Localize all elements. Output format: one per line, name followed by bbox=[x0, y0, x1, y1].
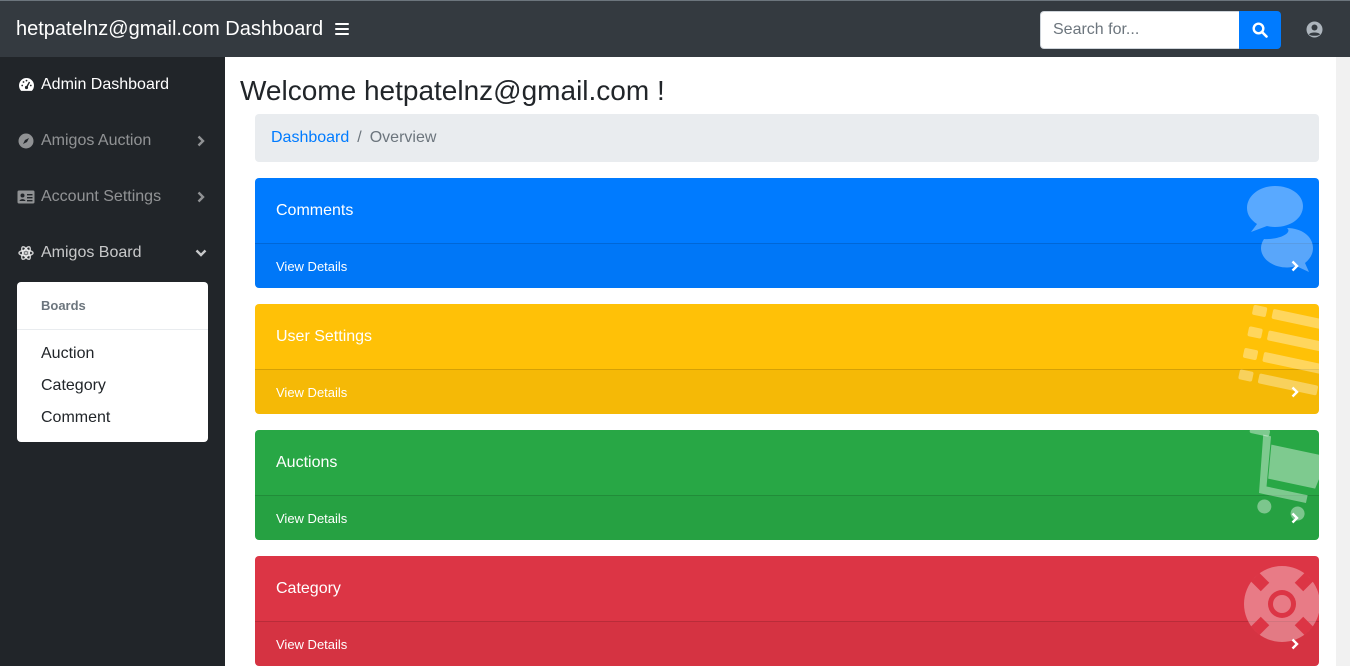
dropdown-item-comment[interactable]: Comment bbox=[17, 406, 208, 438]
breadcrumb-separator: / bbox=[357, 129, 362, 146]
chevron-right-icon bbox=[1291, 260, 1299, 272]
address-card-icon bbox=[17, 188, 35, 206]
top-navbar: hetpatelnz@gmail.com Dashboard bbox=[0, 0, 1350, 57]
card-footer-label: View Details bbox=[276, 258, 348, 274]
breadcrumb-link-dashboard[interactable]: Dashboard bbox=[271, 129, 349, 147]
view-details-link[interactable]: View Details bbox=[255, 495, 1319, 540]
sidebar-item-account-settings[interactable]: Account Settings bbox=[0, 169, 225, 225]
search-group bbox=[1040, 11, 1281, 49]
user-menu-button[interactable] bbox=[1306, 21, 1323, 38]
page-scrollbar[interactable] bbox=[1336, 57, 1350, 666]
chevron-right-icon bbox=[195, 189, 207, 205]
main-content: Welcome hetpatelnz@gmail.com ! Dashboard… bbox=[225, 57, 1336, 666]
comments-card: Comments View Details bbox=[255, 178, 1319, 288]
chevron-down-icon bbox=[195, 245, 207, 261]
card-footer-label: View Details bbox=[276, 636, 348, 652]
sidebar-item-admin-dashboard[interactable]: Admin Dashboard bbox=[0, 57, 225, 113]
dropdown-header: Boards bbox=[17, 282, 208, 330]
brand-title[interactable]: hetpatelnz@gmail.com Dashboard bbox=[16, 18, 323, 41]
card-footer-label: View Details bbox=[276, 384, 348, 400]
sidebar-item-amigos-auction[interactable]: Amigos Auction bbox=[0, 113, 225, 169]
tachometer-icon bbox=[17, 76, 35, 94]
search-input[interactable] bbox=[1040, 11, 1239, 49]
menu-toggle-icon[interactable] bbox=[335, 23, 350, 35]
dropdown-item-auction[interactable]: Auction bbox=[17, 342, 208, 374]
sidebar-item-label: Amigos Auction bbox=[41, 132, 152, 149]
view-details-link[interactable]: View Details bbox=[255, 621, 1319, 666]
view-details-link[interactable]: View Details bbox=[255, 243, 1319, 288]
chevron-right-icon bbox=[1291, 638, 1299, 650]
boards-dropdown: Boards Auction Category Comment bbox=[17, 282, 208, 442]
card-title: Auctions bbox=[276, 453, 338, 471]
user-circle-icon bbox=[1306, 21, 1323, 38]
auctions-card: Auctions View Details bbox=[255, 430, 1319, 540]
sidebar-item-label: Admin Dashboard bbox=[41, 76, 170, 93]
user-settings-card: User Settings View Details bbox=[255, 304, 1319, 414]
sidebar-item-label: Amigos Board bbox=[41, 244, 142, 261]
sidebar-item-amigos-board[interactable]: Amigos Board bbox=[0, 225, 225, 281]
sidebar: Admin Dashboard Amigos Auction Account S… bbox=[0, 57, 225, 666]
sidebar-item-label: Account Settings bbox=[41, 188, 162, 205]
search-icon bbox=[1252, 22, 1268, 38]
card-title: Category bbox=[276, 579, 341, 597]
chevron-right-icon bbox=[1291, 512, 1299, 524]
card-footer-label: View Details bbox=[276, 510, 348, 526]
atom-icon bbox=[17, 244, 35, 262]
card-title: User Settings bbox=[276, 327, 373, 345]
dropdown-item-category[interactable]: Category bbox=[17, 374, 208, 406]
chevron-right-icon bbox=[195, 133, 207, 149]
breadcrumb-current: Overview bbox=[369, 129, 437, 146]
chevron-right-icon bbox=[1291, 386, 1299, 398]
search-button[interactable] bbox=[1239, 11, 1281, 49]
category-card: Category View Details bbox=[255, 556, 1319, 666]
compass-icon bbox=[17, 132, 35, 150]
page-title: Welcome hetpatelnz@gmail.com ! bbox=[240, 75, 665, 106]
view-details-link[interactable]: View Details bbox=[255, 369, 1319, 414]
breadcrumb: Dashboard / Overview bbox=[255, 114, 1319, 162]
card-title: Comments bbox=[276, 201, 354, 219]
